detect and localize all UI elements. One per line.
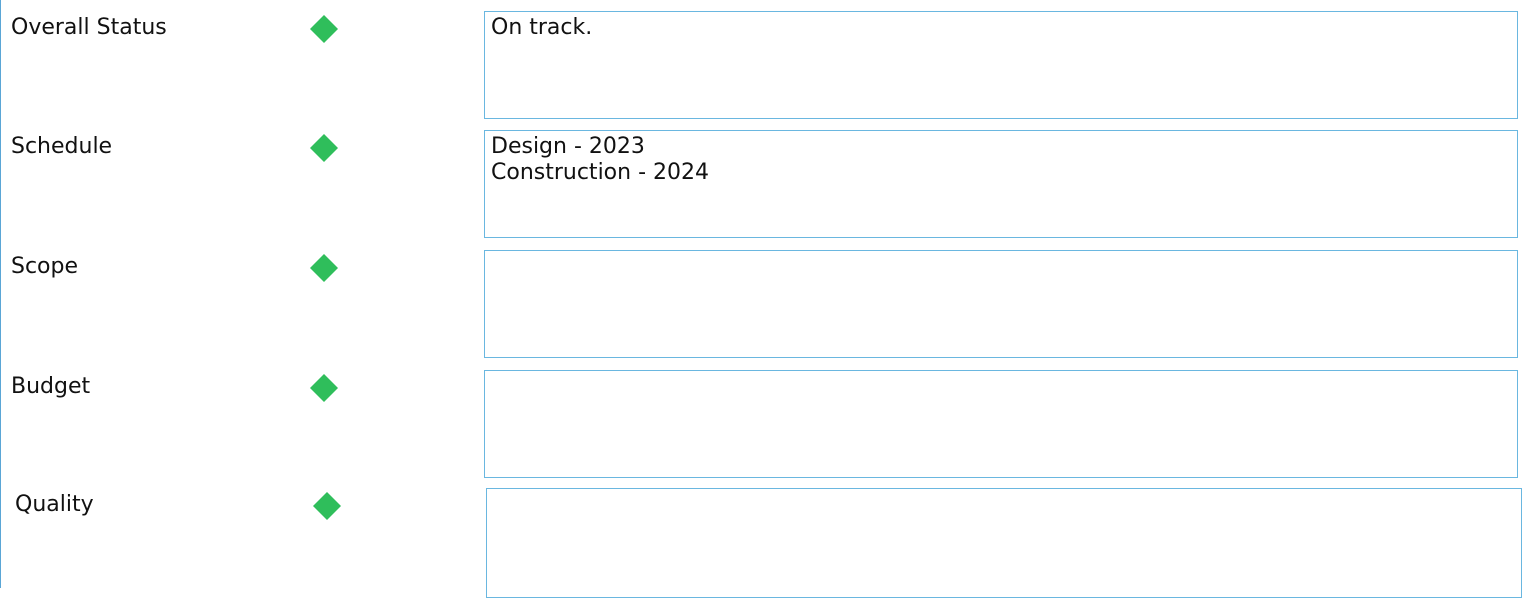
- green-diamond-icon: [310, 134, 338, 162]
- status-row-schedule: Schedule Design - 2023 Construction - 20…: [1, 130, 1527, 240]
- status-row-scope: Scope: [1, 250, 1527, 360]
- green-diamond-icon: [310, 254, 338, 282]
- row-label-budget: Budget: [11, 374, 91, 399]
- green-diamond-icon: [310, 374, 338, 402]
- status-report-panel: Overall Status On track. Schedule Design…: [0, 0, 1527, 598]
- status-row-overall: Overall Status On track.: [1, 11, 1527, 121]
- green-diamond-icon: [310, 15, 338, 43]
- row-label-overall-status: Overall Status: [11, 15, 167, 40]
- row-label-quality: Quality: [15, 492, 94, 517]
- overall-status-textbox[interactable]: On track.: [484, 11, 1518, 119]
- quality-textbox[interactable]: [486, 488, 1522, 598]
- row-label-scope: Scope: [11, 254, 79, 279]
- row-label-schedule: Schedule: [11, 134, 113, 159]
- budget-textbox[interactable]: [484, 370, 1518, 478]
- status-row-budget: Budget: [1, 370, 1527, 480]
- status-row-quality: Quality: [1, 488, 1527, 598]
- green-diamond-icon: [313, 492, 341, 520]
- scope-textbox[interactable]: [484, 250, 1518, 358]
- schedule-textbox[interactable]: Design - 2023 Construction - 2024: [484, 130, 1518, 238]
